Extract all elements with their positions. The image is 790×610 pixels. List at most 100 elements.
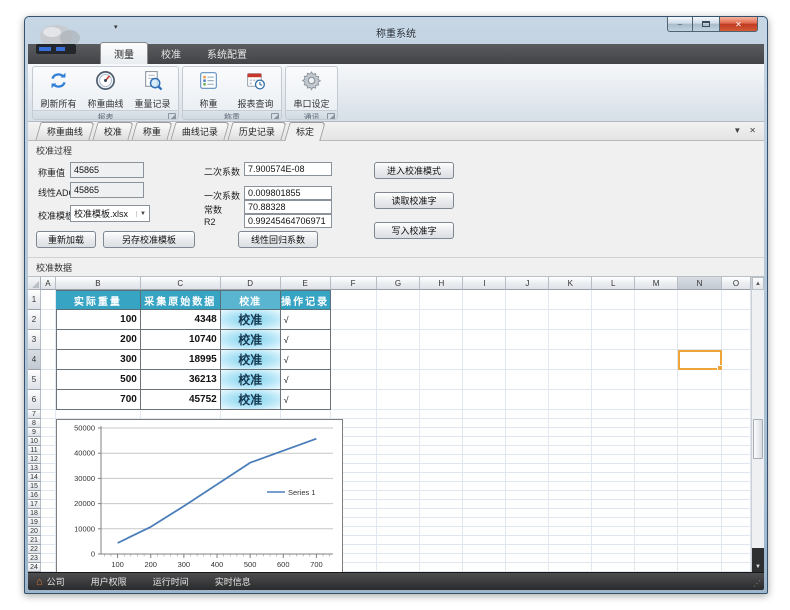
weight-cell[interactable]: 700 [56, 390, 141, 410]
sheet-cell[interactable] [592, 473, 635, 482]
sheet-cell[interactable] [420, 527, 463, 536]
sheet-cell[interactable] [506, 330, 549, 350]
weight-cell[interactable]: 100 [56, 310, 141, 330]
sheet-cell[interactable] [592, 563, 635, 572]
column-header-H[interactable]: H [420, 277, 463, 290]
sheet-cell[interactable] [549, 437, 592, 446]
sheet-cell[interactable] [635, 536, 678, 545]
dialog-launcher-icon[interactable] [271, 113, 279, 120]
sheet-cell[interactable] [678, 545, 722, 554]
doc-tab-6[interactable]: 标定 [284, 122, 325, 141]
scroll-up-icon[interactable]: ▲ [752, 277, 764, 290]
sheet-cell[interactable] [463, 437, 506, 446]
doc-tab-1[interactable]: 称重曲线 [35, 122, 94, 140]
sheet-cell[interactable] [41, 545, 56, 554]
sheet-cell[interactable] [420, 464, 463, 473]
sheet-cell[interactable] [463, 419, 506, 428]
row-header-3[interactable]: 3 [28, 330, 41, 350]
row-header-7[interactable]: 7 [28, 410, 41, 419]
sheet-cell[interactable] [678, 464, 722, 473]
sheet-cell[interactable] [506, 446, 549, 455]
sheet-cell[interactable] [331, 370, 377, 390]
sheet-cell[interactable] [549, 290, 592, 310]
sheet-cell[interactable] [506, 290, 549, 310]
sheet-cell[interactable] [331, 410, 377, 419]
sheet-cell[interactable] [506, 536, 549, 545]
close-button[interactable]: ✕ [720, 17, 758, 32]
sheet-cell[interactable] [592, 370, 635, 390]
sheet-cell[interactable] [592, 545, 635, 554]
sheet-cell[interactable] [420, 554, 463, 563]
sheet-cell[interactable] [635, 554, 678, 563]
sheet-cell[interactable] [549, 446, 592, 455]
sheet-cell[interactable] [377, 437, 421, 446]
save-template-button[interactable]: 另存校准模板 [103, 231, 195, 248]
sheet-cell[interactable] [635, 464, 678, 473]
sheet-cell[interactable] [463, 290, 506, 310]
sheet-cell[interactable] [377, 428, 421, 437]
write-calibration-word-button[interactable]: 写入校准字 [374, 222, 454, 239]
ribbon-tab-sysconfig[interactable]: 系统配置 [194, 43, 260, 64]
sheet-cell[interactable] [678, 500, 722, 509]
column-header-F[interactable]: F [331, 277, 377, 290]
sheet-cell[interactable] [635, 509, 678, 518]
row-header-10[interactable]: 10 [28, 437, 41, 446]
dialog-launcher-icon[interactable] [327, 113, 335, 120]
sheet-cell[interactable] [420, 482, 463, 491]
sheet-cell[interactable] [549, 536, 592, 545]
sheet-cell[interactable] [463, 370, 506, 390]
sheet-cell[interactable] [678, 428, 722, 437]
sheet-cell[interactable] [635, 370, 678, 390]
column-header-B[interactable]: B [56, 277, 141, 290]
sheet-cell[interactable] [331, 350, 377, 370]
sheet-cell[interactable] [377, 536, 421, 545]
sheet-cell[interactable] [377, 350, 421, 370]
sheet-cell[interactable] [41, 518, 56, 527]
raw-data-cell[interactable]: 36213 [141, 370, 221, 390]
column-header-I[interactable]: I [463, 277, 506, 290]
doc-tab-2[interactable]: 校准 [92, 122, 133, 140]
sheet-cell[interactable] [463, 410, 506, 419]
sheet-cell[interactable] [463, 500, 506, 509]
sheet-cell[interactable] [506, 473, 549, 482]
column-header-G[interactable]: G [377, 277, 421, 290]
sheet-cell[interactable] [41, 330, 56, 350]
sheet-cell[interactable] [592, 509, 635, 518]
sheet-cell[interactable] [635, 482, 678, 491]
minimize-button[interactable]: – [667, 17, 693, 32]
sheet-cell[interactable] [41, 437, 56, 446]
sheet-cell[interactable] [592, 464, 635, 473]
sheet-cell[interactable] [549, 527, 592, 536]
sheet-cell[interactable] [592, 518, 635, 527]
sheet-cell[interactable] [41, 482, 56, 491]
sheet-cell[interactable] [377, 509, 421, 518]
sheet-cell[interactable] [549, 419, 592, 428]
sheet-cell[interactable] [506, 310, 549, 330]
sheet-cell[interactable] [420, 563, 463, 572]
sheet-cell[interactable] [377, 500, 421, 509]
sheet-cell[interactable] [678, 455, 722, 464]
sheet-cell[interactable] [635, 473, 678, 482]
sheet-cell[interactable] [678, 473, 722, 482]
sheet-cell[interactable] [331, 310, 377, 330]
sheet-cell[interactable] [635, 330, 678, 350]
close-tab-icon[interactable]: ✕ [749, 126, 756, 135]
sheet-cell[interactable] [377, 527, 421, 536]
row-header-16[interactable]: 16 [28, 491, 41, 500]
record-cell[interactable]: √ [281, 330, 331, 350]
sheet-cell[interactable] [377, 563, 421, 572]
sheet-cell[interactable] [506, 518, 549, 527]
row-header-12[interactable]: 12 [28, 455, 41, 464]
sheet-cell[interactable] [678, 310, 722, 330]
sheet-cell[interactable] [420, 545, 463, 554]
quad-coeff-input[interactable] [244, 162, 332, 176]
sheet-cell[interactable] [722, 545, 751, 554]
r2-input[interactable] [244, 214, 332, 228]
sheet-cell[interactable] [41, 446, 56, 455]
sheet-cell[interactable] [549, 545, 592, 554]
sheet-cell[interactable] [722, 410, 751, 419]
sheet-cell[interactable] [281, 410, 331, 419]
sheet-cell[interactable] [549, 563, 592, 572]
sheet-cell[interactable] [506, 410, 549, 419]
row-header-22[interactable]: 22 [28, 545, 41, 554]
